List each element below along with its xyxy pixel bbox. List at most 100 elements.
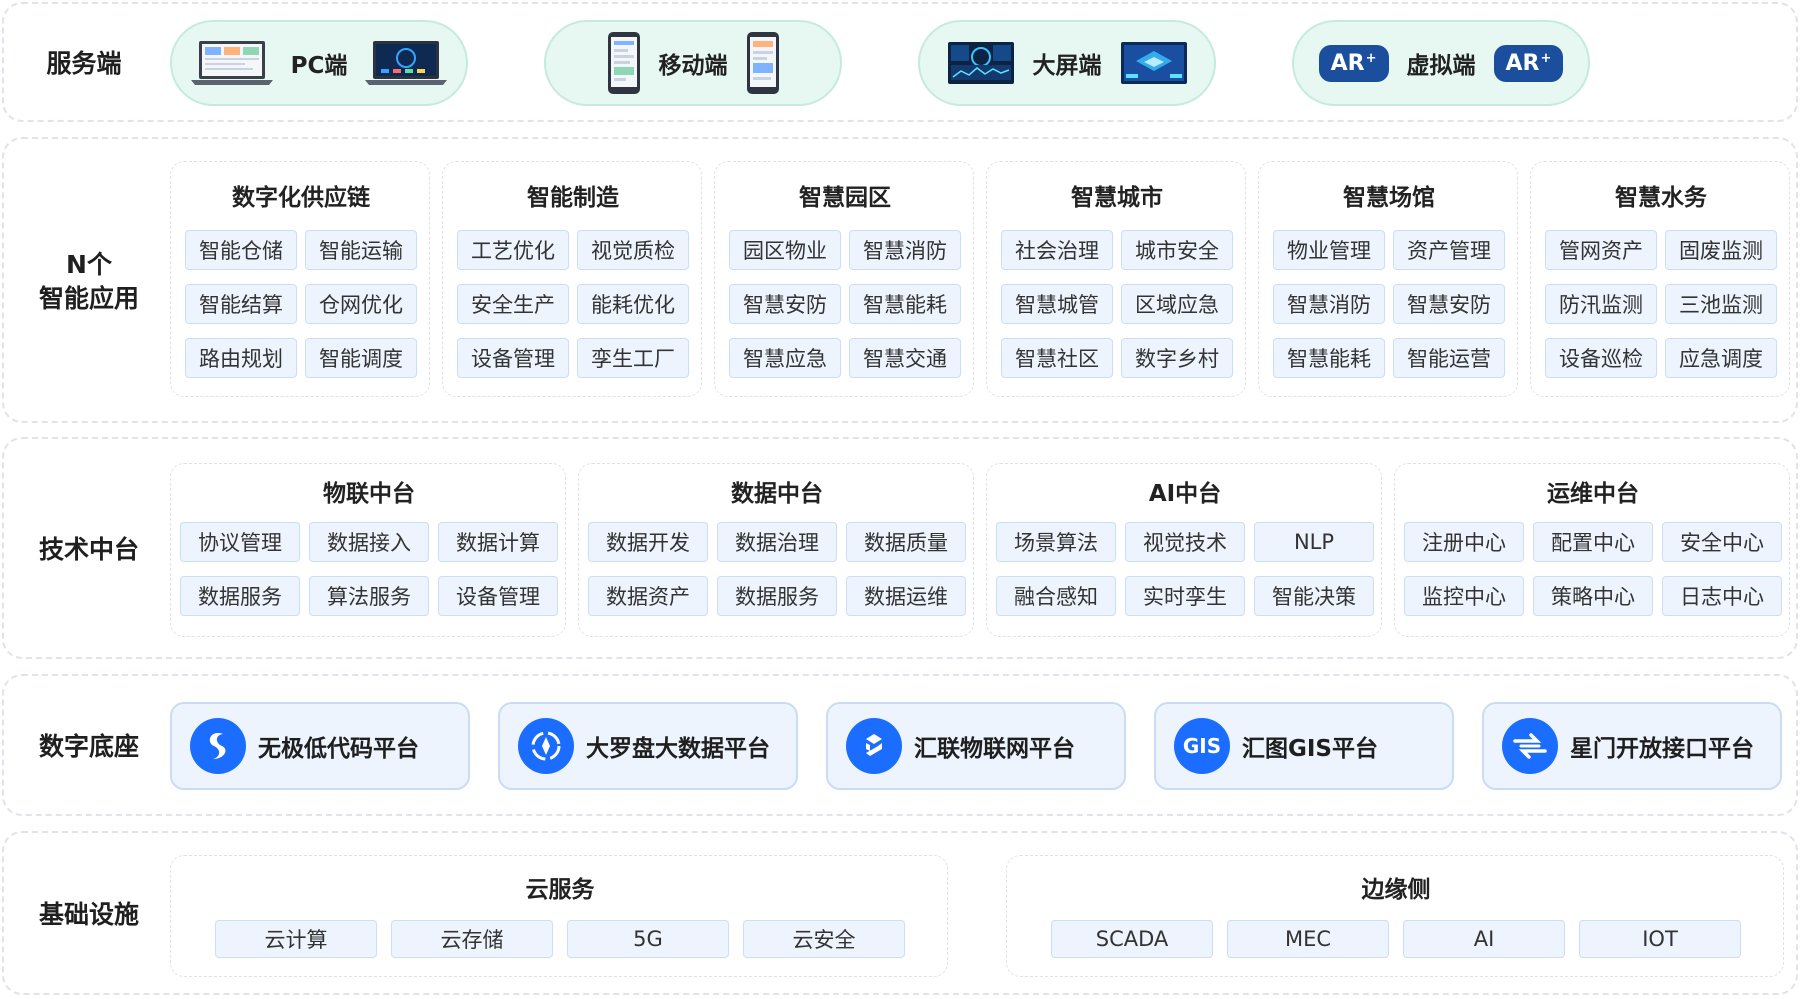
app-group-title: 智慧水务 (1615, 185, 1707, 211)
app-chip: 数字乡村 (1121, 338, 1233, 378)
infra-section: 基础设施 云服务 云计算 云存储 5G 云安全 边缘侧 SCADA MEC AI IOT (2, 831, 1798, 995)
app-chip: 智能调度 (305, 338, 417, 378)
service-pill-bigscreen: 大屏端 (918, 20, 1216, 106)
tech-chip: 数据计算 (438, 522, 558, 562)
app-group-title: 数字化供应链 (232, 185, 370, 211)
infinity-logo-icon (190, 718, 246, 774)
laptop-dashboard-icon (190, 41, 273, 85)
ar-badge-sup: + (1540, 50, 1552, 66)
ar-badge-sup: + (1365, 50, 1377, 66)
app-chip: 路由规划 (185, 338, 297, 378)
service-title: 服务端 (46, 49, 122, 79)
app-group-title: 智慧园区 (799, 185, 891, 211)
app-chip: 工艺优化 (457, 230, 569, 270)
platform-iot-label: 汇联物联网平台 (914, 736, 1075, 762)
tech-section: 技术中台 物联中台 协议管理 数据接入 数据计算 数据服务 算法服务 设备管理 数据中台 数据开… (2, 437, 1798, 659)
infra-chip: 云存储 (391, 920, 553, 958)
tech-group: 运维中台 注册中心 配置中心 安全中心 监控中心 策略中心 日志中心 (1394, 463, 1790, 637)
tech-chip: 数据服务 (717, 576, 837, 616)
app-chip: 智慧城管 (1001, 284, 1113, 324)
tech-group: 物联中台 协议管理 数据接入 数据计算 数据服务 算法服务 设备管理 (170, 463, 566, 637)
infra-chip: IOT (1579, 920, 1741, 958)
service-pill-pc: PC端 (170, 20, 468, 106)
tech-chip: 实时孪生 (1125, 576, 1245, 616)
ar-badge-icon: AR + (1493, 44, 1564, 82)
service-label-virtual: 虚拟端 (1406, 53, 1476, 79)
app-chip: 智慧社区 (1001, 338, 1113, 378)
gis-logo-icon: GIS (1174, 718, 1230, 774)
platform-lowcode: 无极低代码平台 (170, 702, 470, 790)
app-chip: 智慧安防 (729, 284, 841, 324)
app-chip: 智能结算 (185, 284, 297, 324)
tech-chip: 数据接入 (309, 522, 429, 562)
tech-group: AI中台 场景算法 视觉技术 NLP 融合感知 实时孪生 智能决策 (986, 463, 1382, 637)
infra-group-title: 边缘侧 (1361, 877, 1431, 903)
infra-title: 基础设施 (38, 900, 139, 930)
app-chip: 智慧交通 (849, 338, 961, 378)
service-section: 服务端 PC端 移动端 大屏端 AR + 虚拟端 AR + (2, 2, 1798, 122)
app-chip: 管网资产 (1545, 230, 1657, 270)
tech-chip: 视觉技术 (1125, 522, 1245, 562)
ar-badge-text: AR (1505, 50, 1540, 76)
mobile-phone-icon (746, 32, 779, 94)
gateway-logo-icon (1502, 718, 1558, 774)
app-group-title: 智能制造 (527, 185, 619, 211)
platform-bigdata: 大罗盘大数据平台 (498, 702, 798, 790)
platform-gateway-label: 星门开放接口平台 (1570, 736, 1754, 762)
tech-group: 数据中台 数据开发 数据治理 数据质量 数据资产 数据服务 数据运维 (578, 463, 974, 637)
infra-group: 云服务 云计算 云存储 5G 云安全 (170, 855, 948, 977)
app-chip: 智慧能耗 (1273, 338, 1385, 378)
app-chip: 智慧消防 (849, 230, 961, 270)
infra-chip: MEC (1227, 920, 1389, 958)
app-chip: 视觉质检 (577, 230, 689, 270)
infra-chip: 5G (567, 920, 729, 958)
infra-group-title: 云服务 (525, 877, 595, 903)
app-group: 智能制造 工艺优化 视觉质检 安全生产 能耗优化 设备管理 孪生工厂 (442, 161, 702, 397)
app-group: 智慧水务 管网资产 固废监测 防汛监测 三池监测 设备巡检 应急调度 (1530, 161, 1790, 397)
app-chip: 社会治理 (1001, 230, 1113, 270)
platform-gateway: 星门开放接口平台 (1482, 702, 1782, 790)
app-group: 智慧园区 园区物业 智慧消防 智慧安防 智慧能耗 智慧应急 智慧交通 (714, 161, 974, 397)
app-group-title: 智慧场馆 (1343, 185, 1435, 211)
service-pill-mobile: 移动端 (544, 20, 842, 106)
tech-chip: 协议管理 (180, 522, 300, 562)
app-chip: 智慧能耗 (849, 284, 961, 324)
app-chip: 能耗优化 (577, 284, 689, 324)
tech-chip: 场景算法 (996, 522, 1116, 562)
service-pill-virtual: AR + 虚拟端 AR + (1292, 20, 1590, 106)
tech-chip: 数据服务 (180, 576, 300, 616)
app-chip: 设备巡检 (1545, 338, 1657, 378)
tech-chip: 日志中心 (1662, 576, 1782, 616)
app-group: 智慧城市 社会治理 城市安全 智慧城管 区域应急 智慧社区 数字乡村 (986, 161, 1246, 397)
apps-section: N个 智能应用 数字化供应链 智能仓储 智能运输 智能结算 仓网优化 路由规划 智能调度 智能… (2, 137, 1798, 423)
app-group: 智慧场馆 物业管理 资产管理 智慧消防 智慧安防 智慧能耗 智能运营 (1258, 161, 1518, 397)
app-chip: 防汛监测 (1545, 284, 1657, 324)
tech-chip: 数据资产 (588, 576, 708, 616)
tech-chip: 注册中心 (1404, 522, 1524, 562)
laptop-dark-screen-icon (365, 41, 448, 85)
ar-badge-icon: AR + (1318, 44, 1389, 82)
tech-chip: 数据治理 (717, 522, 837, 562)
infra-group: 边缘侧 SCADA MEC AI IOT (1006, 855, 1784, 977)
app-chip: 智能运营 (1393, 338, 1505, 378)
tech-chip: 数据运维 (846, 576, 966, 616)
app-group: 数字化供应链 智能仓储 智能运输 智能结算 仓网优化 路由规划 智能调度 (170, 161, 430, 397)
app-chip: 智慧安防 (1393, 284, 1505, 324)
tech-chip: 算法服务 (309, 576, 429, 616)
tech-group-title: 物联中台 (323, 481, 415, 507)
platform-gis: GIS 汇图GIS平台 (1154, 702, 1454, 790)
base-title: 数字底座 (38, 732, 139, 762)
service-label-pc: PC端 (290, 53, 348, 79)
app-group-title: 智慧城市 (1071, 185, 1163, 211)
app-chip: 孪生工厂 (577, 338, 689, 378)
app-chip: 园区物业 (729, 230, 841, 270)
app-chip: 应急调度 (1665, 338, 1777, 378)
app-chip: 智能运输 (305, 230, 417, 270)
app-chip: 设备管理 (457, 338, 569, 378)
platform-lowcode-label: 无极低代码平台 (258, 736, 419, 762)
tech-chip: 融合感知 (996, 576, 1116, 616)
app-chip: 区域应急 (1121, 284, 1233, 324)
infra-chip: 云计算 (215, 920, 377, 958)
app-chip: 仓网优化 (305, 284, 417, 324)
tech-chip: 安全中心 (1662, 522, 1782, 562)
